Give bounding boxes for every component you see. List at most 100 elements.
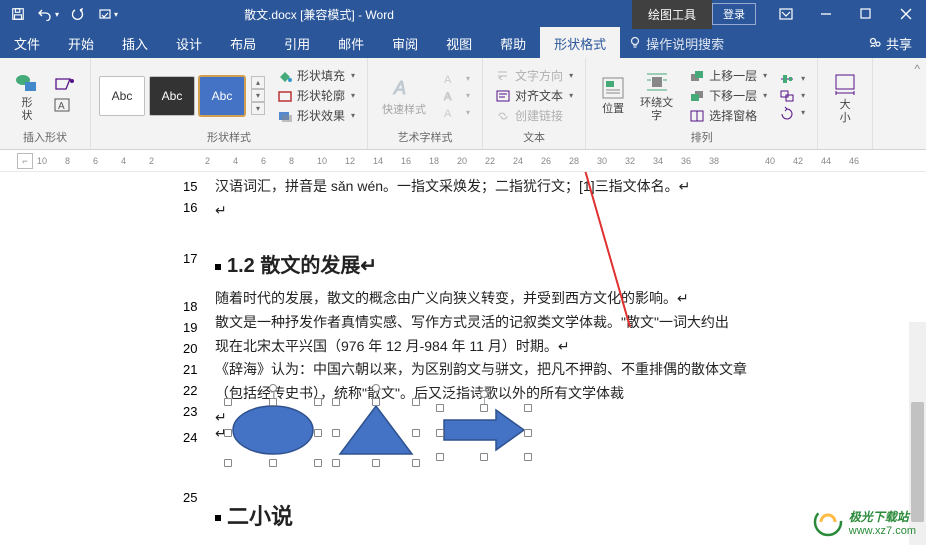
wordart-icon: A: [390, 74, 418, 102]
watermark-title: 极光下载站: [849, 508, 916, 525]
tab-design[interactable]: 设计: [162, 27, 216, 60]
tab-insert[interactable]: 插入: [108, 27, 162, 60]
tab-file[interactable]: 文件: [0, 27, 54, 60]
size-icon: [832, 71, 858, 97]
line-number: 21: [183, 362, 197, 377]
style-preset-3[interactable]: Abc: [199, 76, 245, 116]
align-text-button[interactable]: 对齐文本▾: [491, 86, 577, 105]
ribbon: 形 状 A 插入形状 Abc Abc Abc ▴▾▾ 形状填充▾ 形状轮廓▾ 形…: [0, 58, 926, 150]
resize-handle[interactable]: [224, 459, 232, 467]
shape-outline-button[interactable]: 形状轮廓▾: [273, 86, 359, 105]
tell-me-search[interactable]: 操作说明搜索: [628, 34, 724, 53]
shapes-icon: [14, 69, 40, 95]
quick-styles-button[interactable]: A 快速样式: [376, 72, 432, 118]
shape-triangle[interactable]: [336, 402, 416, 463]
resize-handle[interactable]: [524, 453, 532, 461]
tab-references[interactable]: 引用: [270, 27, 324, 60]
position-button[interactable]: 位置: [594, 73, 632, 117]
resize-handle[interactable]: [332, 429, 340, 437]
resize-handle[interactable]: [314, 398, 322, 406]
resize-handle[interactable]: [332, 398, 340, 406]
collapse-ribbon-button[interactable]: ^: [908, 58, 926, 149]
resize-handle[interactable]: [224, 429, 232, 437]
align-text-icon: [495, 89, 511, 103]
resize-handle[interactable]: [480, 453, 488, 461]
resize-handle[interactable]: [412, 398, 420, 406]
shapes-button[interactable]: 形 状: [8, 67, 46, 123]
resize-handle[interactable]: [436, 404, 444, 412]
resize-handle[interactable]: [332, 459, 340, 467]
rotate-handle[interactable]: [480, 390, 488, 398]
tab-selector[interactable]: ⌐: [17, 153, 33, 169]
line-number: 24: [183, 430, 197, 445]
tab-layout[interactable]: 布局: [216, 27, 270, 60]
resize-handle[interactable]: [269, 398, 277, 406]
maximize-button[interactable]: [846, 0, 886, 28]
minimize-button[interactable]: [806, 0, 846, 28]
lightbulb-icon: [628, 36, 642, 50]
tab-home[interactable]: 开始: [54, 27, 108, 60]
size-button[interactable]: 大 小: [826, 69, 864, 125]
document-area[interactable]: 15 16 17 18 19 20 21 22 23 24 25 汉语词汇，拼音…: [0, 172, 926, 545]
text-outline-button: A▾: [438, 88, 474, 104]
gallery-down[interactable]: ▾: [251, 89, 265, 102]
selection-pane-button[interactable]: 选择窗格: [685, 106, 771, 125]
resize-handle[interactable]: [269, 459, 277, 467]
resize-handle[interactable]: [436, 453, 444, 461]
svg-text:A: A: [444, 108, 452, 120]
login-button[interactable]: 登录: [712, 3, 756, 25]
tab-review[interactable]: 审阅: [378, 27, 432, 60]
link-icon: [495, 109, 511, 123]
shape-ellipse[interactable]: [228, 402, 318, 463]
shape-fill-button[interactable]: 形状填充▾: [273, 66, 359, 85]
svg-text:A: A: [58, 101, 65, 112]
resize-handle[interactable]: [314, 459, 322, 467]
shape-arrow-right[interactable]: [440, 408, 528, 457]
shape-effects-button[interactable]: 形状效果▾: [273, 106, 359, 125]
tab-help[interactable]: 帮助: [486, 27, 540, 60]
gallery-up[interactable]: ▴: [251, 76, 265, 89]
resize-handle[interactable]: [436, 429, 444, 437]
group-button[interactable]: ▾: [775, 88, 809, 104]
style-preset-1[interactable]: Abc: [99, 76, 145, 116]
resize-handle[interactable]: [524, 404, 532, 412]
ribbon-options-button[interactable]: [766, 0, 806, 28]
close-button[interactable]: [886, 0, 926, 28]
resize-handle[interactable]: [372, 459, 380, 467]
scroll-thumb[interactable]: [911, 402, 924, 522]
shape-style-gallery[interactable]: Abc Abc Abc ▴▾▾: [99, 76, 265, 116]
resize-handle[interactable]: [412, 429, 420, 437]
resize-handle[interactable]: [412, 459, 420, 467]
share-icon: [868, 36, 882, 50]
save-button[interactable]: [4, 1, 32, 27]
tell-me-label: 操作说明搜索: [646, 34, 724, 53]
send-backward-button[interactable]: 下移一层▾: [685, 86, 771, 105]
style-preset-2[interactable]: Abc: [149, 76, 195, 116]
pane-icon: [689, 109, 705, 123]
horizontal-ruler[interactable]: ⌐ 10864224681012141618202224262830323436…: [0, 150, 926, 172]
resize-handle[interactable]: [224, 398, 232, 406]
wrap-text-button[interactable]: 环绕文 字: [634, 67, 679, 123]
share-button[interactable]: 共享: [854, 34, 926, 53]
tab-shape-format[interactable]: 形状格式: [540, 27, 620, 60]
group-insert-shape: 插入形状: [8, 129, 82, 147]
gallery-more[interactable]: ▾: [251, 102, 265, 115]
resize-handle[interactable]: [480, 404, 488, 412]
resize-handle[interactable]: [372, 398, 380, 406]
text-box-icon[interactable]: A: [52, 96, 82, 116]
tab-view[interactable]: 视图: [432, 27, 486, 60]
resize-handle[interactable]: [314, 429, 322, 437]
redo-button[interactable]: [64, 1, 92, 27]
rotate-button[interactable]: ▾: [775, 105, 809, 121]
body-text: 随着时代的发展，散文的概念由广义向狭义转变，并受到西方文化的影响。↵: [215, 288, 805, 310]
bring-forward-button[interactable]: 上移一层▾: [685, 66, 771, 85]
line-number: 16: [183, 200, 197, 215]
resize-handle[interactable]: [524, 429, 532, 437]
undo-button[interactable]: ▾: [34, 1, 62, 27]
rotate-handle[interactable]: [372, 384, 380, 392]
align-button[interactable]: ▾: [775, 71, 809, 87]
qat-customize[interactable]: ▾: [94, 1, 122, 27]
edit-shape-icon[interactable]: [52, 75, 82, 95]
tab-mailings[interactable]: 邮件: [324, 27, 378, 60]
rotate-handle[interactable]: [269, 384, 277, 392]
